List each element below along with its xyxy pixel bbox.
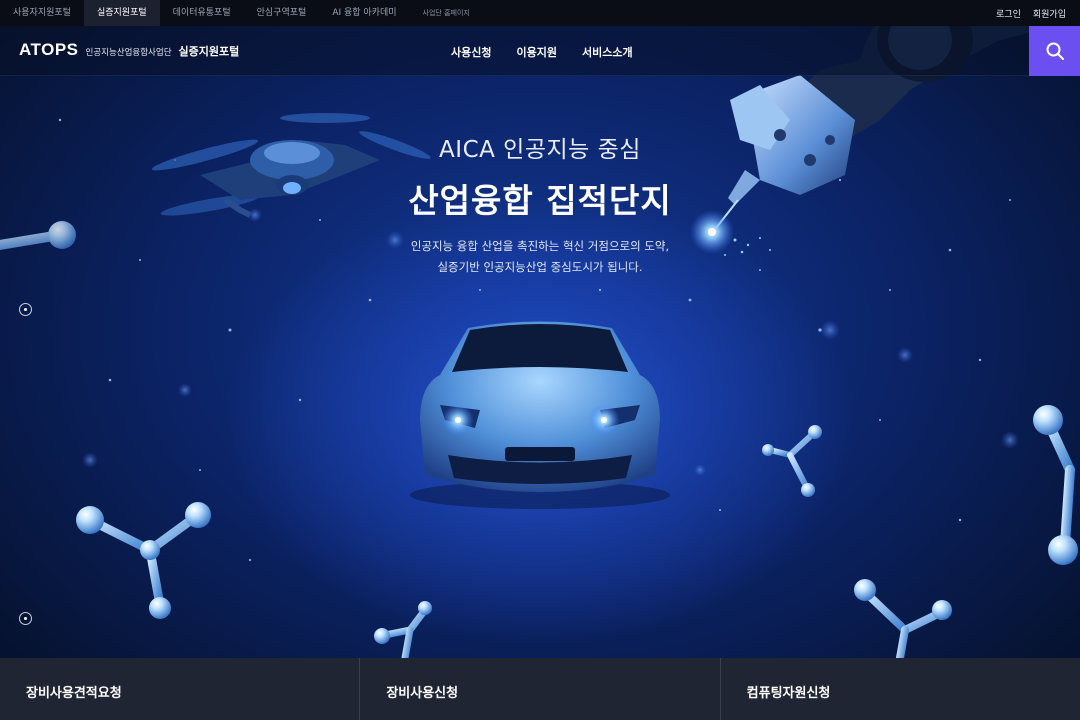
nav-item-apply[interactable]: 사용신청 xyxy=(451,44,491,60)
portal-link-safe-zone[interactable]: 안심구역포털 xyxy=(244,0,320,26)
slide-indicator-2[interactable] xyxy=(19,612,32,625)
auth-links: 로그인 회원가입 xyxy=(996,7,1080,20)
hero-background-particles xyxy=(0,0,1080,658)
hero-description-line-1: 인공지능 융합 산업을 촉진하는 혁신 거점으로의 도약, xyxy=(410,239,670,253)
brand-org-name: 인공지능산업융합사업단 xyxy=(85,48,172,58)
search-icon xyxy=(1046,42,1064,60)
portal-link-demo-support[interactable]: 실증지원포털 xyxy=(83,0,160,26)
portal-link-data-distribution[interactable]: 데이터유통포털 xyxy=(160,0,244,26)
portal-link-ai-academy[interactable]: AI 융합 아카데미 xyxy=(319,0,409,26)
quick-menu-equipment-quote[interactable]: 장비사용견적요청 xyxy=(0,658,361,720)
nav-item-service-intro[interactable]: 서비스소개 xyxy=(582,44,633,60)
hero-eyebrow: AICA 인공지능 중심 xyxy=(439,137,641,163)
molecule-illustration-left-bottom xyxy=(76,502,211,619)
hero-banner: AICA 인공지능 중심 산업융합 집적단지 인공지능 융합 산업을 촉진하는 … xyxy=(0,0,1080,658)
login-link[interactable]: 로그인 xyxy=(996,7,1021,20)
signup-link[interactable]: 회원가입 xyxy=(1033,7,1066,20)
quick-menu-computing-apply[interactable]: 컴퓨팅자원신청 xyxy=(721,658,1080,720)
nav-item-support[interactable]: 이용지원 xyxy=(516,44,556,60)
portal-links: 사용자지원포털 실증지원포털 데이터유통포털 안심구역포털 AI 융합 아카데미… xyxy=(0,0,483,26)
hero-copy: AICA 인공지능 중심 산업융합 집적단지 인공지능 융합 산업을 촉진하는 … xyxy=(0,130,1080,278)
slide-indicator-1[interactable] xyxy=(19,303,32,316)
molecule-illustration-right-edge xyxy=(1033,405,1078,565)
portal-link-agency-homepage[interactable]: 사업단 홈페이지 xyxy=(410,0,483,26)
hero-title: 산업융합 집적단지 xyxy=(408,181,672,220)
main-header: ATOPS 인공지능산업융합사업단 실증지원포털 사용신청 이용지원 서비스소개 xyxy=(0,26,1080,76)
portal-link-user-support[interactable]: 사용자지원포털 xyxy=(0,0,84,26)
quick-menu-bar: 장비사용견적요청 장비사용신청 컴퓨팅자원신청 xyxy=(0,658,1080,720)
molecule-illustration-bottom-center xyxy=(374,601,432,658)
car-illustration xyxy=(410,321,670,509)
portal-switcher-bar: 사용자지원포털 실증지원포털 데이터유통포털 안심구역포털 AI 융합 아카데미… xyxy=(0,0,1080,26)
search-button[interactable] xyxy=(1029,26,1080,76)
brand-portal-name: 실증지원포털 xyxy=(178,45,240,58)
main-nav: 사용신청 이용지원 서비스소개 xyxy=(451,44,633,60)
quick-menu-equipment-apply[interactable]: 장비사용신청 xyxy=(360,658,721,720)
molecule-illustration-right-mid xyxy=(762,425,822,497)
molecule-illustration-right-bottom xyxy=(854,579,952,658)
hero-description: 인공지능 융합 산업을 촉진하는 혁신 거점으로의 도약, 실증기반 인공지능산… xyxy=(0,236,1080,278)
hero-description-line-2: 실증기반 인공지능산업 중심도시가 됩니다. xyxy=(437,260,643,274)
brand-home-link[interactable]: ATOPS 인공지능산업융합사업단 실증지원포털 xyxy=(19,40,239,60)
brand-logo: ATOPS xyxy=(19,40,79,59)
